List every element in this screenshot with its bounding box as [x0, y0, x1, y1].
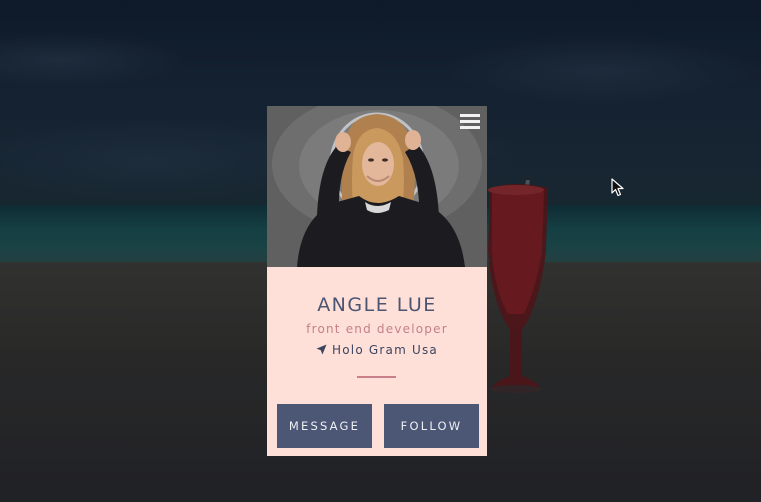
menu-bar [460, 114, 480, 117]
follow-button[interactable]: FOLLOW [384, 404, 479, 448]
menu-bar [460, 126, 480, 129]
location-arrow-icon [316, 344, 327, 355]
profile-role: front end developer [306, 322, 448, 336]
profile-location: Holo Gram Usa [267, 343, 487, 357]
profile-location-text: Holo Gram Usa [332, 343, 438, 357]
profile-photo-image [267, 106, 487, 267]
menu-bar [460, 120, 480, 123]
divider [357, 376, 396, 378]
profile-photo [267, 106, 487, 267]
mouse-pointer-icon [611, 178, 624, 197]
profile-card: ANGLE LUE front end developer Holo Gram … [267, 106, 487, 456]
profile-name: ANGLE LUE [317, 294, 437, 316]
hamburger-menu-icon[interactable] [460, 114, 480, 130]
message-button[interactable]: MESSAGE [277, 404, 372, 448]
